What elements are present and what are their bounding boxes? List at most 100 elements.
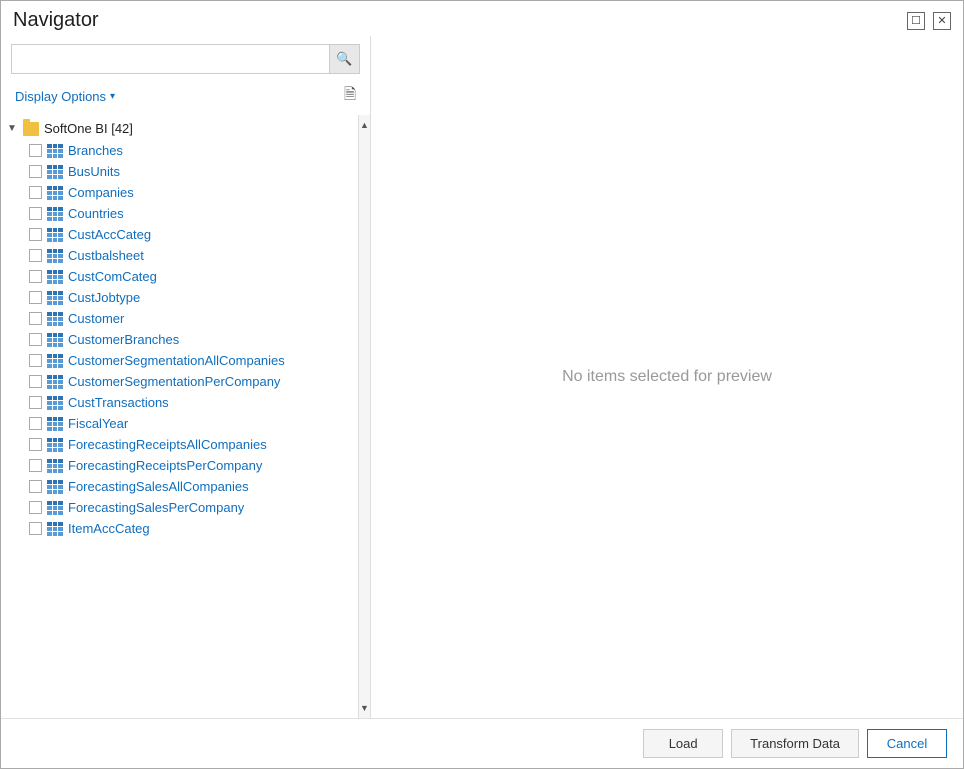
item-checkbox[interactable] bbox=[29, 333, 42, 346]
search-input[interactable] bbox=[12, 47, 329, 72]
item-checkbox[interactable] bbox=[29, 249, 42, 262]
search-bar: 🔍 bbox=[11, 44, 360, 74]
list-item[interactable]: Branches bbox=[1, 140, 358, 161]
close-button[interactable]: ✕ bbox=[933, 12, 951, 30]
left-panel: 🔍 Display Options ▾ 🗎 ▼ bbox=[1, 36, 371, 718]
search-button[interactable]: 🔍 bbox=[329, 45, 359, 73]
item-label: CustAccCateg bbox=[68, 227, 151, 242]
item-label: ForecastingSalesPerCompany bbox=[68, 500, 244, 515]
item-label: Countries bbox=[68, 206, 124, 221]
list-item[interactable]: Companies bbox=[1, 182, 358, 203]
list-item[interactable]: CustAccCateg bbox=[1, 224, 358, 245]
cancel-button[interactable]: Cancel bbox=[867, 729, 947, 758]
list-item[interactable]: ItemAccCateg bbox=[1, 518, 358, 539]
list-item[interactable]: ForecastingSalesPerCompany bbox=[1, 497, 358, 518]
navigator-window: Navigator ☐ ✕ 🔍 Display Options ▾ bbox=[0, 0, 964, 769]
table-icon bbox=[47, 144, 63, 158]
item-label: ForecastingReceiptsPerCompany bbox=[68, 458, 262, 473]
chevron-down-icon: ▾ bbox=[110, 91, 115, 102]
item-checkbox[interactable] bbox=[29, 312, 42, 325]
item-label: Companies bbox=[68, 185, 134, 200]
right-panel: No items selected for preview bbox=[371, 36, 963, 718]
item-label: ForecastingReceiptsAllCompanies bbox=[68, 437, 267, 452]
tree-content: ▼ SoftOne BI [42] Branches bbox=[1, 115, 358, 718]
tree-root-item[interactable]: ▼ SoftOne BI [42] bbox=[1, 117, 358, 140]
item-checkbox[interactable] bbox=[29, 270, 42, 283]
list-item[interactable]: Customer bbox=[1, 308, 358, 329]
item-checkbox[interactable] bbox=[29, 438, 42, 451]
table-icon bbox=[47, 270, 63, 284]
item-label: Branches bbox=[68, 143, 123, 158]
item-checkbox[interactable] bbox=[29, 375, 42, 388]
display-options-button[interactable]: Display Options ▾ bbox=[11, 87, 119, 106]
item-label: CustomerBranches bbox=[68, 332, 179, 347]
title-bar-left: Navigator bbox=[13, 9, 99, 32]
no-items-text: No items selected for preview bbox=[562, 368, 772, 386]
item-label: Customer bbox=[68, 311, 124, 326]
table-icon bbox=[47, 333, 63, 347]
table-icon bbox=[47, 396, 63, 410]
list-item[interactable]: CustJobtype bbox=[1, 287, 358, 308]
list-item[interactable]: CustTransactions bbox=[1, 392, 358, 413]
list-item[interactable]: CustomerSegmentationAllCompanies bbox=[1, 350, 358, 371]
table-icon bbox=[47, 249, 63, 263]
item-checkbox[interactable] bbox=[29, 354, 42, 367]
item-label: CustomerSegmentationPerCompany bbox=[68, 374, 280, 389]
window-title: Navigator bbox=[13, 9, 99, 32]
list-item[interactable]: ForecastingSalesAllCompanies bbox=[1, 476, 358, 497]
item-checkbox[interactable] bbox=[29, 165, 42, 178]
item-checkbox[interactable] bbox=[29, 144, 42, 157]
item-checkbox[interactable] bbox=[29, 522, 42, 535]
list-item[interactable]: Custbalsheet bbox=[1, 245, 358, 266]
scroll-up-button[interactable]: ▲ bbox=[359, 117, 370, 133]
table-icon bbox=[47, 207, 63, 221]
item-checkbox[interactable] bbox=[29, 207, 42, 220]
title-bar-controls: ☐ ✕ bbox=[907, 12, 951, 30]
table-icon bbox=[47, 417, 63, 431]
list-item[interactable]: ForecastingReceiptsAllCompanies bbox=[1, 434, 358, 455]
list-item[interactable]: ForecastingReceiptsPerCompany bbox=[1, 455, 358, 476]
content-area: 🔍 Display Options ▾ 🗎 ▼ bbox=[1, 36, 963, 718]
item-label: ItemAccCateg bbox=[68, 521, 150, 536]
item-checkbox[interactable] bbox=[29, 480, 42, 493]
transform-data-button[interactable]: Transform Data bbox=[731, 729, 859, 758]
table-icon bbox=[47, 312, 63, 326]
item-checkbox[interactable] bbox=[29, 291, 42, 304]
title-bar: Navigator ☐ ✕ bbox=[1, 1, 963, 36]
search-icon: 🔍 bbox=[336, 51, 352, 67]
table-icon bbox=[47, 165, 63, 179]
minimize-button[interactable]: ☐ bbox=[907, 12, 925, 30]
load-button[interactable]: Load bbox=[643, 729, 723, 758]
list-item[interactable]: FiscalYear bbox=[1, 413, 358, 434]
item-label: ForecastingSalesAllCompanies bbox=[68, 479, 249, 494]
scrollbar: ▲ ▼ bbox=[358, 115, 370, 718]
root-label: SoftOne BI [42] bbox=[44, 121, 133, 136]
item-label: CustomerSegmentationAllCompanies bbox=[68, 353, 285, 368]
scroll-down-button[interactable]: ▼ bbox=[359, 700, 370, 716]
item-label: FiscalYear bbox=[68, 416, 128, 431]
table-icon bbox=[47, 438, 63, 452]
item-label: CustTransactions bbox=[68, 395, 169, 410]
list-item[interactable]: CustomerSegmentationPerCompany bbox=[1, 371, 358, 392]
item-label: Custbalsheet bbox=[68, 248, 144, 263]
item-checkbox[interactable] bbox=[29, 228, 42, 241]
table-icon bbox=[47, 291, 63, 305]
table-icon bbox=[47, 354, 63, 368]
item-checkbox[interactable] bbox=[29, 501, 42, 514]
list-item[interactable]: CustomerBranches bbox=[1, 329, 358, 350]
item-label: CustJobtype bbox=[68, 290, 140, 305]
item-checkbox[interactable] bbox=[29, 459, 42, 472]
display-options-label: Display Options bbox=[15, 89, 106, 104]
list-item[interactable]: Countries bbox=[1, 203, 358, 224]
item-checkbox[interactable] bbox=[29, 417, 42, 430]
item-checkbox[interactable] bbox=[29, 396, 42, 409]
item-label: BusUnits bbox=[68, 164, 120, 179]
list-item[interactable]: CustComCateg bbox=[1, 266, 358, 287]
item-checkbox[interactable] bbox=[29, 186, 42, 199]
display-options-bar: Display Options ▾ 🗎 bbox=[1, 78, 370, 115]
folder-icon bbox=[23, 122, 39, 136]
collapse-chevron-icon: ▼ bbox=[7, 123, 19, 134]
table-icon bbox=[47, 501, 63, 515]
preview-toggle-button[interactable]: 🗎 bbox=[340, 82, 360, 111]
list-item[interactable]: BusUnits bbox=[1, 161, 358, 182]
